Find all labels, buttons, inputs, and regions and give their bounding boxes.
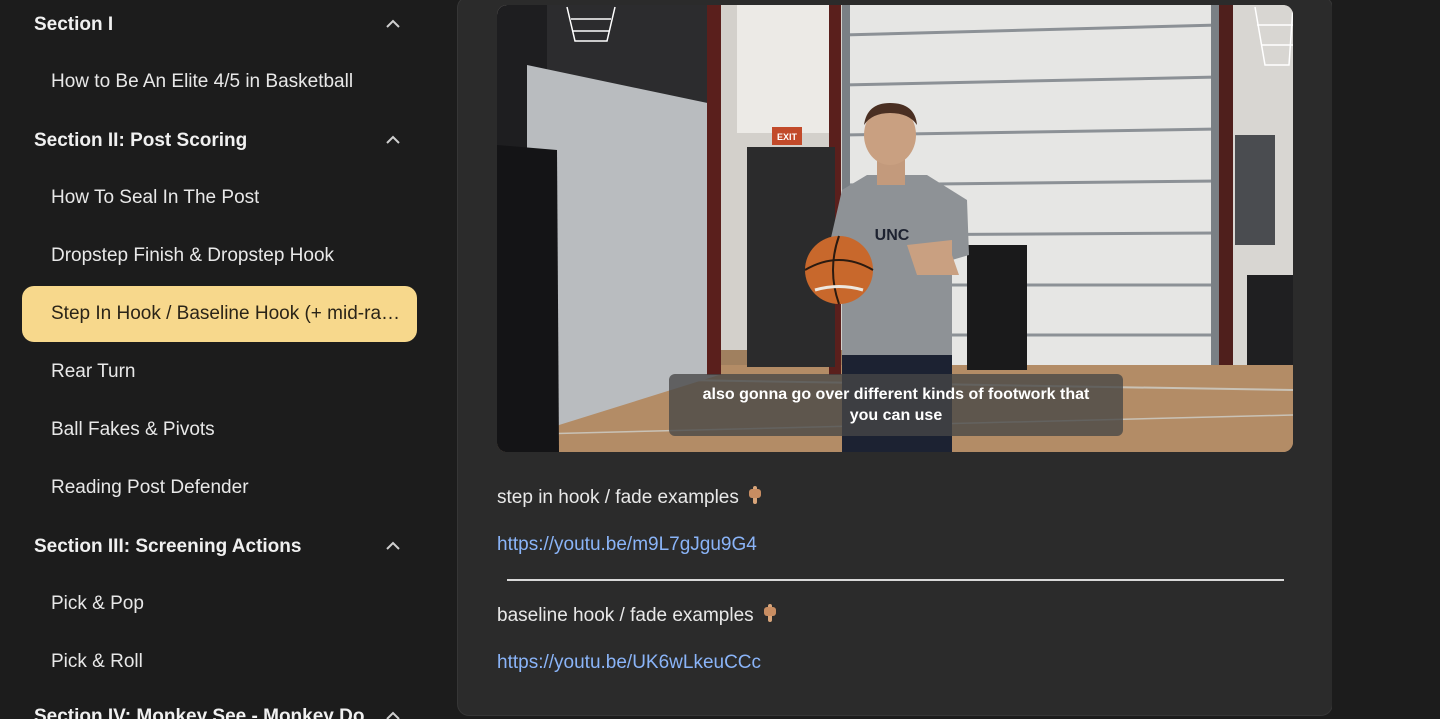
lesson-item[interactable]: Reading Post Defender xyxy=(22,460,417,516)
lesson-label: Pick & Roll xyxy=(51,651,143,672)
lesson-item[interactable]: Pick & Pop xyxy=(22,576,417,632)
lesson-label: Step In Hook / Baseline Hook (+ mid-rang… xyxy=(51,303,407,324)
caption-line-2: you can use xyxy=(849,407,943,424)
lesson-content-card: EXIT UNC also gonna go over different ki… xyxy=(457,0,1333,716)
lesson-label: How to Be An Elite 4/5 in Basketball xyxy=(51,71,354,92)
video-player[interactable]: EXIT UNC also gonna go over different ki… xyxy=(497,5,1293,452)
lesson-item[interactable]: Pick & Roll xyxy=(22,634,417,690)
lesson-label: Dropstep Finish & Dropstep Hook xyxy=(51,245,335,266)
step-in-text: step in hook / fade examples xyxy=(497,487,739,508)
right-gutter xyxy=(1332,0,1440,719)
course-sidebar: Section I How to Be An Elite 4/5 in Bask… xyxy=(0,0,440,719)
section-title: Section I xyxy=(34,14,114,35)
step-in-link[interactable]: https://youtu.be/m9L7gJgu9G4 xyxy=(497,534,757,556)
step-in-description: step in hook / fade examples xyxy=(497,486,763,509)
jersey-text: UNC xyxy=(875,227,910,244)
section-title: Section II: Post Scoring xyxy=(34,130,248,151)
section-title: Section IV: Monkey See - Monkey Do xyxy=(34,706,365,719)
lesson-item-active[interactable]: Step In Hook / Baseline Hook (+ mid-rang… xyxy=(22,286,417,342)
chevron-up-icon[interactable] xyxy=(384,132,402,148)
lesson-label: How To Seal In The Post xyxy=(51,187,260,208)
video-caption: also gonna go over different kinds of fo… xyxy=(669,374,1123,436)
chevron-up-icon[interactable] xyxy=(384,16,402,32)
lesson-item[interactable]: Ball Fakes & Pivots xyxy=(22,402,417,458)
lesson-item[interactable]: How to Be An Elite 4/5 in Basketball xyxy=(22,54,417,110)
section-header-3[interactable]: Section III: Screening Actions xyxy=(0,524,440,568)
lesson-label: Reading Post Defender xyxy=(51,477,249,498)
lesson-item[interactable]: How To Seal In The Post xyxy=(22,170,417,226)
lesson-label: Rear Turn xyxy=(51,361,136,382)
baseline-description: baseline hook / fade examples xyxy=(497,604,778,627)
section-header-4[interactable]: Section IV: Monkey See - Monkey Do xyxy=(0,694,440,719)
section-header-1[interactable]: Section I xyxy=(0,2,440,46)
chevron-up-icon[interactable] xyxy=(384,538,402,554)
lesson-label: Pick & Pop xyxy=(51,593,144,614)
section-title: Section III: Screening Actions xyxy=(34,536,302,557)
section-header-2[interactable]: Section II: Post Scoring xyxy=(0,118,440,162)
lesson-item[interactable]: Dropstep Finish & Dropstep Hook xyxy=(22,228,417,284)
baseline-text: baseline hook / fade examples xyxy=(497,605,754,626)
baseline-link[interactable]: https://youtu.be/UK6wLkeuCCc xyxy=(497,652,761,674)
lesson-item[interactable]: Rear Turn xyxy=(22,344,417,400)
caption-line-1: also gonna go over different kinds of fo… xyxy=(702,386,1090,403)
chevron-up-icon[interactable] xyxy=(384,708,402,719)
lesson-label: Ball Fakes & Pivots xyxy=(51,419,215,440)
divider xyxy=(507,579,1284,581)
pointing-down-hand-icon xyxy=(763,604,776,622)
pointing-down-hand-icon xyxy=(748,486,761,504)
exit-sign: EXIT xyxy=(777,132,798,142)
